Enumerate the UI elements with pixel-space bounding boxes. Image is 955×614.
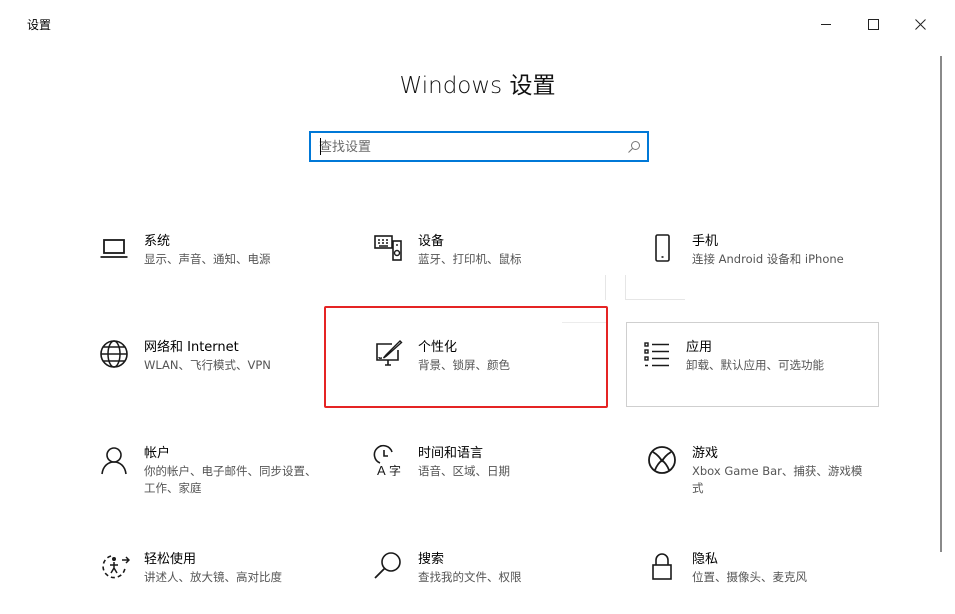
tile-accounts[interactable]: 帐户 你的帐户、电子邮件、同步设置、工作、家庭: [88, 434, 328, 506]
search-magnifier-icon: [374, 552, 401, 579]
tile-description: 语音、区域、日期: [418, 464, 510, 478]
tile-description: 查找我的文件、权限: [418, 570, 522, 584]
lock-icon: [652, 553, 672, 580]
tile-description: 背景、锁屏、颜色: [418, 358, 510, 372]
tile-apps[interactable]: 应用 卸载、默认应用、可选功能: [630, 328, 870, 388]
tile-description: WLAN、飞行模式、VPN: [144, 358, 271, 372]
person-icon: [101, 447, 127, 475]
ease-of-access-icon: [102, 555, 130, 579]
minimize-icon: [821, 23, 831, 25]
scrollbar[interactable]: [940, 56, 942, 552]
tile-description: 连接 Android 设备和 iPhone: [692, 252, 844, 266]
tile-title: 网络和 Internet: [144, 340, 239, 355]
tile-ease-of-access[interactable]: 轻松使用 讲述人、放大镜、高对比度: [88, 540, 328, 600]
laptop-icon: [100, 239, 128, 258]
tile-description: 讲述人、放大镜、高对比度: [144, 570, 282, 584]
tile-description: 蓝牙、打印机、鼠标: [418, 252, 522, 266]
tile-title: 设备: [418, 234, 445, 249]
apps-list-icon: [644, 342, 669, 367]
maximize-icon: [867, 18, 879, 30]
svg-text:字: 字: [389, 463, 401, 476]
maximize-button[interactable]: [850, 8, 896, 40]
page-title: Windows 设置: [399, 73, 556, 99]
close-icon: [914, 18, 926, 30]
divider: [625, 275, 626, 300]
devices-icon: [374, 235, 402, 261]
phone-icon: [655, 234, 670, 262]
tile-personalization[interactable]: 个性化 背景、锁屏、颜色: [362, 328, 602, 388]
tile-title: 轻松使用: [144, 552, 197, 567]
tile-title: 手机: [692, 234, 719, 249]
svg-text:A: A: [377, 463, 386, 476]
tile-description: 你的帐户、电子邮件、同步设置、工作、家庭: [144, 464, 317, 495]
close-button[interactable]: [897, 8, 943, 40]
globe-icon: [100, 340, 128, 368]
tile-title: 游戏: [692, 446, 719, 461]
tile-time-language[interactable]: A字 时间和语言 语音、区域、日期: [362, 434, 602, 494]
tile-title: 系统: [144, 234, 171, 249]
tile-description: Xbox Game Bar、捕获、游戏模式: [692, 464, 863, 495]
divider: [605, 275, 606, 300]
tile-title: 时间和语言: [418, 446, 484, 461]
window-title: 设置: [27, 18, 52, 32]
tile-title: 搜索: [418, 552, 445, 567]
tile-network[interactable]: 网络和 Internet WLAN、飞行模式、VPN: [88, 328, 328, 388]
search-input[interactable]: [319, 137, 619, 157]
tile-title: 隐私: [692, 552, 719, 567]
tile-gaming[interactable]: 游戏 Xbox Game Bar、捕获、游戏模式: [636, 434, 876, 506]
tile-privacy[interactable]: 隐私 位置、摄像头、麦克风: [636, 540, 876, 600]
tile-system[interactable]: 系统 显示、声音、通知、电源: [88, 222, 328, 282]
text-cursor: [320, 138, 321, 155]
tile-description: 显示、声音、通知、电源: [144, 252, 271, 266]
time-language-icon: A字: [373, 444, 401, 476]
title-bar: 设置: [0, 0, 955, 48]
personalization-icon: [376, 340, 403, 366]
tile-title: 应用: [686, 340, 713, 355]
tile-title: 个性化: [418, 340, 458, 355]
tile-description: 位置、摄像头、麦克风: [692, 570, 807, 584]
search-box[interactable]: [309, 131, 649, 162]
tile-phone[interactable]: 手机 连接 Android 设备和 iPhone: [636, 222, 876, 282]
tile-devices[interactable]: 设备 蓝牙、打印机、鼠标: [362, 222, 602, 282]
tile-description: 卸载、默认应用、可选功能: [686, 358, 824, 372]
tile-search[interactable]: 搜索 查找我的文件、权限: [362, 540, 602, 600]
search-icon[interactable]: [627, 140, 641, 154]
tile-title: 帐户: [144, 446, 171, 461]
minimize-button[interactable]: [803, 8, 849, 40]
xbox-icon: [648, 446, 676, 474]
divider: [625, 299, 685, 300]
